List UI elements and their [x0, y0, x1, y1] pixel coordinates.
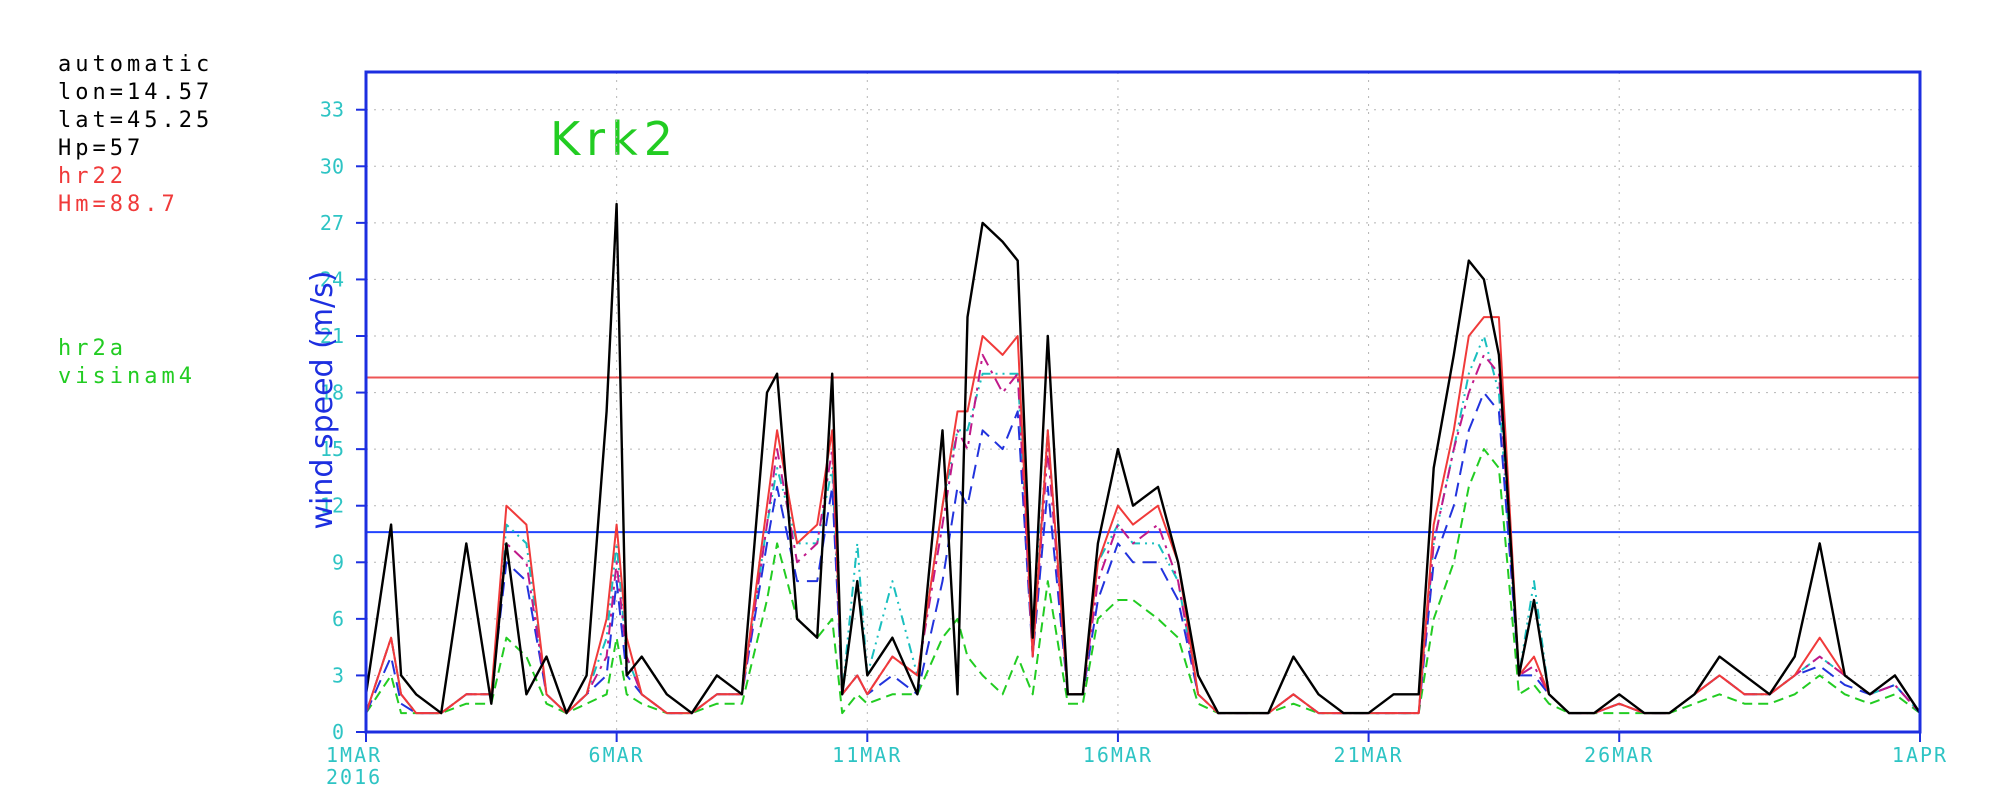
plot-frame — [364, 70, 1922, 734]
y-tick-label: 3 — [332, 663, 344, 687]
series-line-2 — [365, 353, 1921, 715]
y-tick-label: 6 — [332, 607, 344, 631]
y-tick-label: 27 — [320, 211, 344, 235]
series-group — [364, 202, 1921, 715]
x-tick-label: 16MAR — [1083, 743, 1153, 767]
y-axis-label: wind speed (m/s) — [305, 271, 340, 530]
x-tick-sublabel: 2016 — [326, 765, 382, 789]
x-tick-label: 11MAR — [832, 743, 902, 767]
y-tick-label: 30 — [320, 154, 344, 178]
y-tick-label: 0 — [332, 720, 344, 744]
y-tick-label: 9 — [332, 550, 344, 574]
wind-speed-chart: 03691215182124273033 1MAR20166MAR 11MAR 16… — [305, 70, 1948, 789]
x-tick-label: 1APR — [1892, 743, 1948, 767]
x-tick-label: 6MAR — [589, 743, 645, 767]
series-line-3 — [365, 391, 1921, 715]
series-line-5 — [365, 448, 1921, 715]
grid — [366, 72, 1920, 732]
series-line-0 — [364, 202, 1921, 715]
x-tick-label: 21MAR — [1333, 743, 1403, 767]
y-tick-label: 33 — [320, 98, 344, 122]
x-tick-label: 26MAR — [1584, 743, 1654, 767]
x-tick-label: 1MAR — [326, 743, 382, 767]
x-axis: 1MAR2016 6MAR 11MAR 16MAR 21MAR 26MAR 1APR — [326, 732, 1948, 789]
